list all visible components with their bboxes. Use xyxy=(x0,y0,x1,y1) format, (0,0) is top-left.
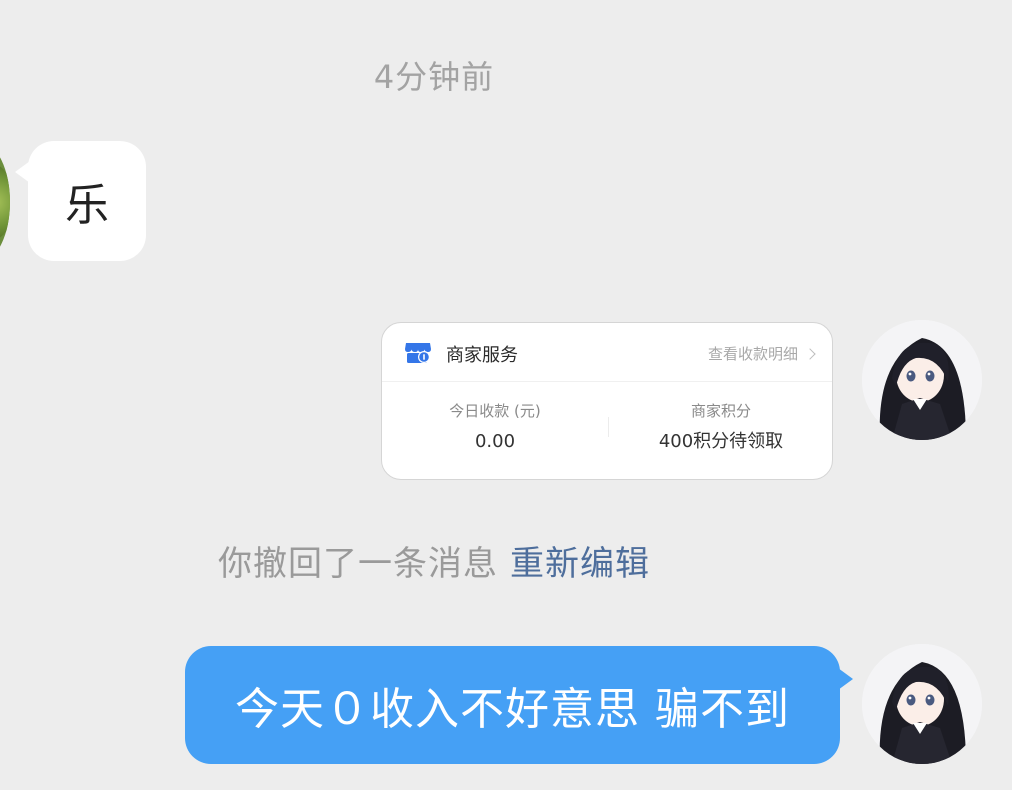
outgoing-message-bubble[interactable]: 今天０收入不好意思 骗不到 xyxy=(185,646,853,764)
avatar-image xyxy=(862,644,982,764)
merchant-points-label: 商家积分 xyxy=(690,402,751,420)
incoming-message-bubble[interactable]: 乐 xyxy=(15,141,146,261)
today-income-stat: 今日收款 (元) 0.00 xyxy=(382,401,608,453)
avatar-image xyxy=(0,163,10,241)
merchant-points-value: 400积分待领取 xyxy=(658,431,784,452)
today-income-value: 0.00 xyxy=(474,431,516,452)
incoming-message-text: 乐 xyxy=(65,180,109,231)
avatar-image xyxy=(862,320,982,440)
message-timestamp: 4分钟前 xyxy=(373,58,495,96)
re-edit-link[interactable]: 重新编辑 xyxy=(510,544,650,584)
store-icon xyxy=(404,342,432,364)
recall-notice-text: 你撤回了一条消息 xyxy=(218,544,498,584)
contact-avatar[interactable] xyxy=(0,143,10,261)
self-avatar[interactable] xyxy=(862,644,982,764)
detail-link-label: 查看收款明细 xyxy=(707,345,798,363)
today-income-label: 今日收款 (元) xyxy=(449,402,541,420)
recall-notice: 你撤回了一条消息 重新编辑 xyxy=(0,536,868,585)
card-header: 商家服务 查看收款明细 xyxy=(382,323,832,382)
merchant-service-card[interactable]: 商家服务 查看收款明细 今日收款 (元) 0.00 商家积分 400积分待领取 xyxy=(381,322,833,480)
merchant-points-stat[interactable]: 商家积分 400积分待领取 xyxy=(608,401,834,453)
card-title: 商家服务 xyxy=(446,345,518,366)
chevron-right-icon xyxy=(804,347,816,360)
self-avatar[interactable] xyxy=(862,320,982,440)
outgoing-message-text: 今天０收入不好意思 骗不到 xyxy=(235,684,790,735)
view-income-details-link[interactable]: 查看收款明细 xyxy=(707,343,816,364)
